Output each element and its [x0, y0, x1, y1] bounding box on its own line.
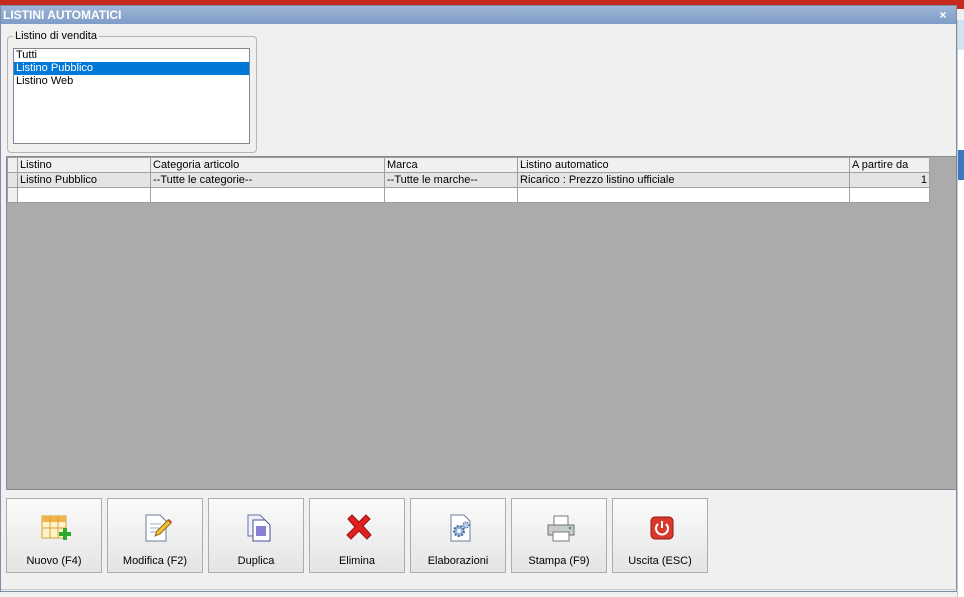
elaborazioni-label: Elaborazioni: [427, 555, 489, 567]
cell-a-partire-da[interactable]: 1: [849, 172, 930, 188]
table-row[interactable]: Listino Pubblico --Tutte le categorie-- …: [7, 172, 930, 188]
listini-grid: Listino Categoria articolo Marca Listino…: [6, 156, 957, 490]
listino-listbox[interactable]: Tutti Listino Pubblico Listino Web: [13, 48, 250, 144]
stampa-label: Stampa (F9): [528, 555, 590, 567]
elimina-button[interactable]: Elimina: [309, 498, 405, 573]
cell-listino[interactable]: Listino Pubblico: [17, 172, 151, 188]
background-window-edge: [957, 20, 964, 597]
background-highlight: [958, 150, 964, 180]
divider: [1, 589, 958, 590]
cell-empty[interactable]: [517, 187, 850, 203]
table-add-icon: [41, 515, 71, 540]
process-gear-icon: [450, 514, 471, 542]
stampa-button[interactable]: Stampa (F9): [511, 498, 607, 573]
listbox-item-tutti[interactable]: Tutti: [14, 49, 249, 62]
uscita-button[interactable]: Uscita (ESC): [612, 498, 708, 573]
duplica-label: Duplica: [237, 555, 275, 567]
elimina-label: Elimina: [338, 555, 376, 567]
listbox-item-listino-pubblico[interactable]: Listino Pubblico: [14, 62, 249, 75]
modifica-button[interactable]: Modifica (F2): [107, 498, 203, 573]
row-header[interactable]: [7, 187, 18, 203]
row-header-corner: [7, 157, 18, 173]
cell-categoria[interactable]: --Tutte le categorie--: [150, 172, 385, 188]
uscita-label: Uscita (ESC): [628, 555, 692, 567]
power-icon: [650, 516, 674, 540]
modifica-label: Modifica (F2): [122, 555, 188, 567]
listini-table: Listino Categoria articolo Marca Listino…: [7, 157, 930, 203]
column-header-listino[interactable]: Listino: [17, 157, 151, 173]
column-header-categoria[interactable]: Categoria articolo: [150, 157, 385, 173]
listini-automatici-dialog: LISTINI AUTOMATICI × Listino di vendita …: [0, 5, 958, 592]
column-header-a-partire-da[interactable]: A partire da: [849, 157, 930, 173]
printer-icon: [547, 515, 575, 542]
edit-document-icon: [145, 514, 172, 542]
listino-vendita-label: Listino di vendita: [13, 30, 99, 42]
column-header-listino-automatico[interactable]: Listino automatico: [517, 157, 850, 173]
listino-vendita-group: Listino di vendita Tutti Listino Pubblic…: [7, 30, 257, 153]
table-header-row: Listino Categoria articolo Marca Listino…: [7, 157, 930, 173]
cell-listino-automatico[interactable]: Ricarico : Prezzo listino ufficiale: [517, 172, 850, 188]
close-button[interactable]: ×: [936, 6, 950, 24]
cell-empty[interactable]: [150, 187, 385, 203]
duplica-button[interactable]: Duplica: [208, 498, 304, 573]
cell-empty[interactable]: [17, 187, 151, 203]
column-header-marca[interactable]: Marca: [384, 157, 518, 173]
background-selection: [958, 20, 964, 50]
delete-x-icon: [346, 514, 372, 540]
cell-marca[interactable]: --Tutte le marche--: [384, 172, 518, 188]
nuovo-label: Nuovo (F4): [26, 555, 82, 567]
listbox-item-listino-web[interactable]: Listino Web: [14, 75, 249, 88]
nuovo-button[interactable]: Nuovo (F4): [6, 498, 102, 573]
row-header[interactable]: [7, 172, 18, 188]
window-title: LISTINI AUTOMATICI: [3, 8, 122, 22]
titlebar: LISTINI AUTOMATICI ×: [1, 6, 956, 24]
elaborazioni-button[interactable]: Elaborazioni: [410, 498, 506, 573]
duplicate-icon: [247, 514, 271, 542]
table-row-new[interactable]: [7, 187, 930, 203]
cell-empty[interactable]: [384, 187, 518, 203]
cell-empty[interactable]: [849, 187, 930, 203]
